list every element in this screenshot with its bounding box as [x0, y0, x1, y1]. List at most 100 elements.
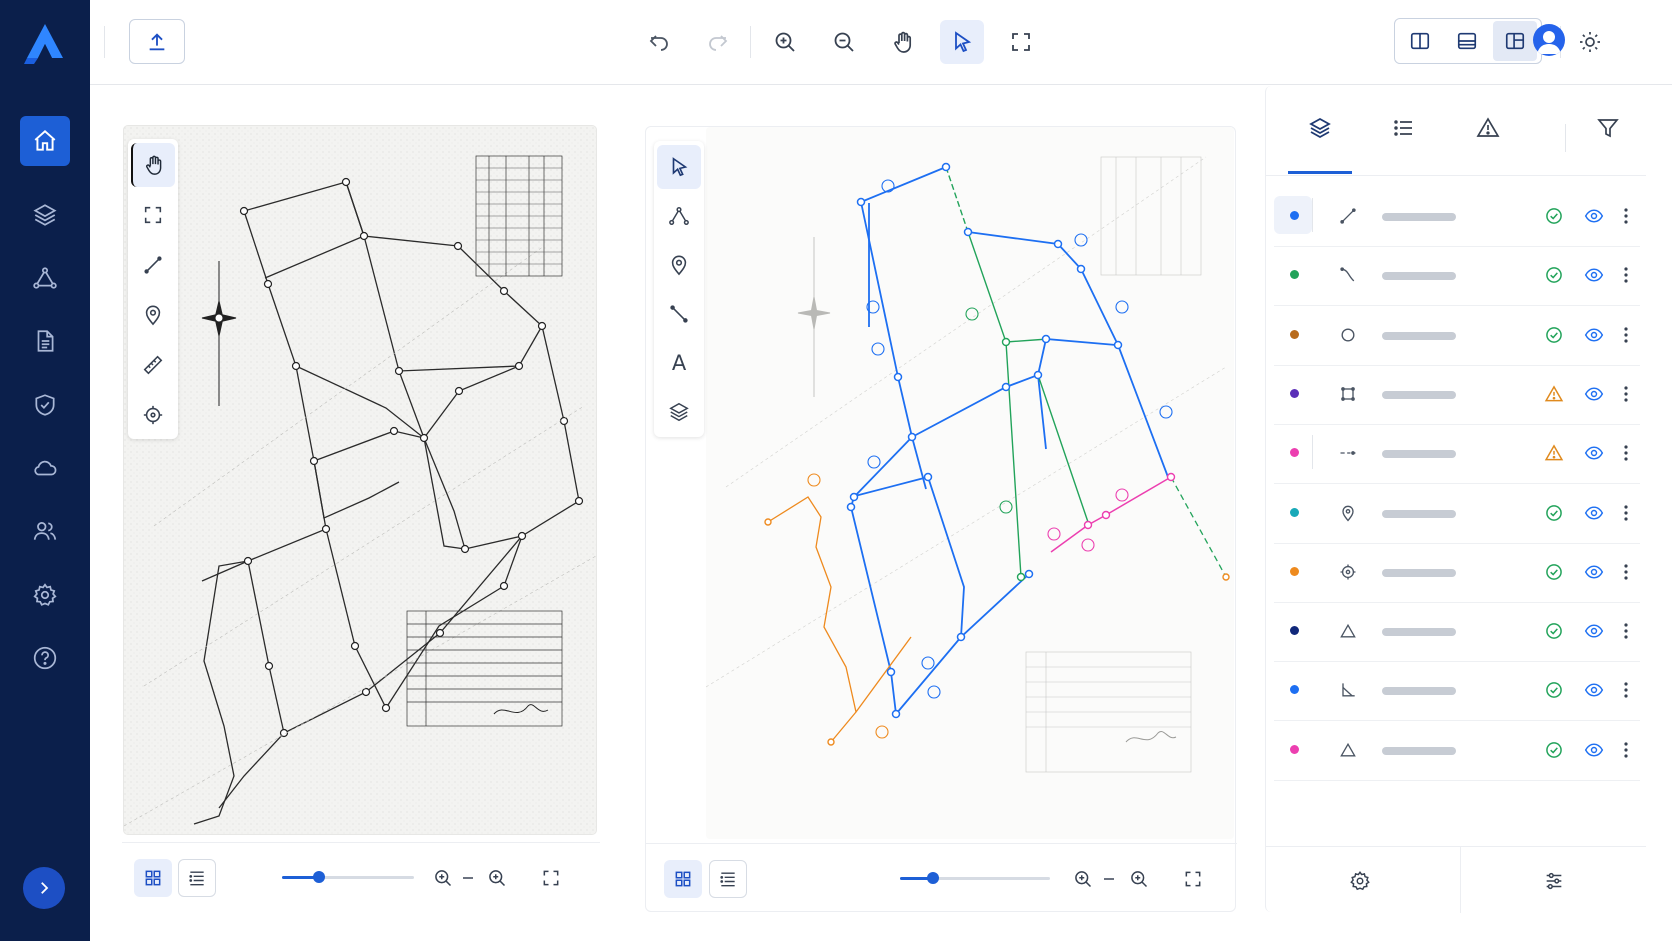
layer-visibility-toggle[interactable] — [1584, 503, 1604, 523]
zoom-in-button[interactable] — [424, 859, 462, 897]
ruler-tool-button[interactable] — [131, 343, 175, 387]
zoom-in-step-button[interactable] — [1120, 860, 1158, 898]
vectorized-survey-plan[interactable] — [706, 127, 1234, 839]
layer-more-button[interactable] — [1618, 562, 1634, 582]
check-circle-icon — [1546, 326, 1562, 343]
layer-more-button[interactable] — [1618, 384, 1634, 404]
select-button[interactable] — [940, 20, 984, 64]
zoom-in-button[interactable] — [1064, 860, 1102, 898]
layer-row[interactable] — [1274, 599, 1640, 663]
zoom-in-step-button[interactable] — [478, 859, 516, 897]
layer-visibility-toggle[interactable] — [1584, 621, 1604, 641]
layer-row[interactable] — [1274, 481, 1640, 544]
layer-more-button[interactable] — [1618, 621, 1634, 641]
fit-frame-tool-button[interactable] — [131, 193, 175, 237]
theme-toggle-button[interactable] — [1568, 20, 1612, 64]
upload-button[interactable] — [129, 19, 185, 64]
fullscreen-button[interactable] — [532, 859, 570, 897]
zoom-slider[interactable] — [900, 872, 1050, 884]
zoom-slider[interactable] — [282, 871, 414, 883]
sidebar-item-home[interactable] — [20, 116, 70, 166]
layer-more-button[interactable] — [1618, 325, 1634, 345]
pan-tool-button[interactable] — [131, 143, 175, 187]
layer-row[interactable] — [1274, 718, 1640, 781]
select-tool-button[interactable] — [657, 145, 701, 189]
upload-icon — [149, 32, 165, 50]
layer-more-button[interactable] — [1618, 740, 1634, 760]
sidebar-item-cloud[interactable] — [20, 443, 70, 493]
layer-visibility-toggle[interactable] — [1584, 443, 1604, 463]
sidebar-item-help[interactable] — [20, 633, 70, 683]
layer-visibility-toggle[interactable] — [1584, 265, 1604, 285]
pin-tool-button[interactable] — [131, 293, 175, 337]
layers-icon — [669, 402, 689, 422]
fullscreen-button[interactable] — [1174, 860, 1212, 898]
layer-more-button[interactable] — [1618, 680, 1634, 700]
user-avatar[interactable] — [1533, 24, 1565, 56]
vertex-tool-button[interactable] — [657, 194, 701, 238]
layer-row[interactable] — [1274, 540, 1640, 603]
layout-split-vertical-button[interactable] — [1398, 21, 1442, 61]
zoom-slider-handle[interactable] — [313, 871, 325, 883]
layers-tool-button[interactable] — [657, 390, 701, 434]
undo-button[interactable] — [637, 20, 681, 64]
sidebar-item-users[interactable] — [20, 506, 70, 556]
layer-name-placeholder — [1382, 213, 1456, 221]
tab-warnings[interactable] — [1456, 112, 1520, 174]
layer-visibility-toggle[interactable] — [1584, 206, 1604, 226]
line-icon — [144, 256, 162, 274]
sidebar-expand-button[interactable] — [23, 867, 65, 909]
crosshair-tool-button[interactable] — [131, 393, 175, 437]
layer-visibility-toggle[interactable] — [1584, 562, 1604, 582]
layer-more-button[interactable] — [1618, 265, 1634, 285]
outline-view-button[interactable] — [178, 859, 216, 897]
tab-filter[interactable] — [1576, 112, 1640, 174]
scanned-survey-plan[interactable] — [124, 126, 596, 834]
layer-more-button[interactable] — [1618, 443, 1634, 463]
fit-view-button[interactable] — [999, 20, 1043, 64]
warning-icon — [1544, 385, 1564, 402]
layer-visibility-toggle[interactable] — [1584, 325, 1604, 345]
layer-visibility-toggle[interactable] — [1584, 680, 1604, 700]
layer-row[interactable] — [1274, 658, 1640, 722]
layer-more-button[interactable] — [1618, 206, 1634, 226]
pin-tool-button[interactable] — [657, 243, 701, 287]
thumbnail-view-button[interactable] — [134, 859, 172, 897]
layer-more-button[interactable] — [1618, 503, 1634, 523]
layout-compare-button[interactable] — [1493, 21, 1537, 61]
layer-row[interactable] — [1274, 184, 1640, 247]
undo-icon — [649, 35, 668, 51]
app-logo[interactable] — [22, 20, 68, 66]
layer-row[interactable] — [1274, 421, 1640, 485]
sidebar-item-documents[interactable] — [20, 316, 70, 366]
segment-tool-button[interactable] — [657, 292, 701, 336]
layer-adjustments-button[interactable] — [1536, 863, 1572, 899]
thumbnail-view-button[interactable] — [664, 860, 702, 898]
left-viewer-footer — [122, 842, 600, 912]
sidebar-item-settings[interactable] — [20, 570, 70, 620]
sidebar-item-topology[interactable] — [20, 253, 70, 303]
sidebar-item-layers[interactable] — [20, 190, 70, 240]
outline-view-button[interactable] — [709, 860, 747, 898]
layer-row[interactable] — [1274, 243, 1640, 307]
tab-layers[interactable] — [1288, 112, 1352, 174]
layer-settings-button[interactable] — [1342, 863, 1378, 899]
line-tool-button[interactable] — [131, 243, 175, 287]
more-vertical-icon — [1624, 564, 1628, 580]
text-tool-button[interactable]: A — [657, 341, 701, 385]
sidebar-item-security[interactable] — [20, 380, 70, 430]
zoom-separator — [1104, 878, 1114, 880]
pan-button[interactable] — [881, 20, 925, 64]
layout-split-horizontal-button[interactable] — [1445, 21, 1489, 61]
list-tree-icon — [720, 872, 735, 887]
layer-row[interactable] — [1274, 303, 1640, 366]
layer-row[interactable] — [1274, 362, 1640, 425]
zoom-slider-handle[interactable] — [927, 872, 939, 884]
zoom-in-button[interactable] — [763, 20, 807, 64]
tab-list[interactable] — [1372, 112, 1436, 174]
layer-visibility-toggle[interactable] — [1584, 384, 1604, 404]
crosshair-icon — [1340, 564, 1356, 580]
redo-button[interactable] — [696, 20, 740, 64]
layer-visibility-toggle[interactable] — [1584, 740, 1604, 760]
zoom-out-button[interactable] — [822, 20, 866, 64]
